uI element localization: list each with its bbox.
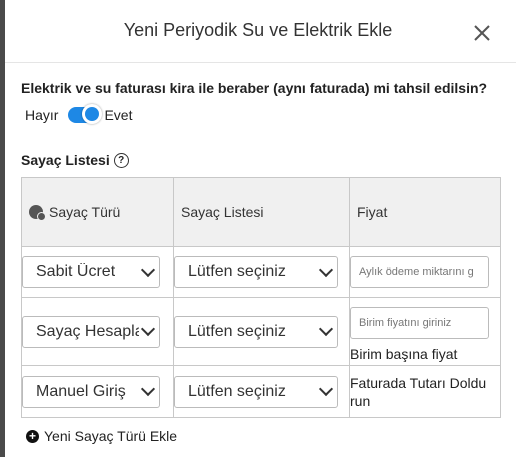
- type-select[interactable]: Sabit Ücret: [22, 256, 160, 288]
- header-divider: [5, 62, 516, 63]
- toggle-on-label: Evet: [104, 107, 133, 123]
- header-type: Sayaç Türü: [21, 177, 174, 247]
- header-type-label: Sayaç Türü: [49, 204, 121, 220]
- add-meter-type-label: Yeni Sayaç Türü Ekle: [44, 428, 178, 444]
- meter-select-value: Lütfen seçiniz: [188, 263, 286, 280]
- chevron-down-icon: [140, 262, 156, 277]
- backdrop-edge: [0, 0, 5, 457]
- meter-select-value: Lütfen seçiniz: [188, 382, 286, 400]
- price-input[interactable]: Aylık ödeme miktarını g: [350, 256, 489, 288]
- type-select-value: Sabit Ücret: [36, 263, 116, 280]
- billing-question: Elektrik ve su faturası kira ile beraber…: [21, 80, 488, 96]
- close-icon[interactable]: [469, 20, 495, 46]
- modal-title: Yeni Periyodik Su ve Elektrik Ekle: [123, 20, 393, 40]
- table-header-row: Sayaç Türü Sayaç Listesi Fiyat: [21, 177, 501, 247]
- type-select[interactable]: Sayaç Hesapla: [22, 315, 160, 348]
- billing-toggle-row: Hayır Evet: [25, 104, 133, 124]
- billing-toggle[interactable]: [68, 104, 103, 124]
- chevron-down-icon: [318, 321, 334, 337]
- add-meter-type-button[interactable]: + Yeni Sayaç Türü Ekle: [26, 428, 177, 444]
- meter-select[interactable]: Lütfen seçiniz: [174, 256, 338, 288]
- plus-circle-icon: +: [26, 429, 39, 443]
- toggle-knob: [82, 104, 103, 124]
- price-note: Faturada Tutarı Doldurun: [350, 374, 487, 409]
- chevron-down-icon: [140, 381, 156, 397]
- type-select[interactable]: Manuel Giriş: [22, 375, 160, 408]
- meter-select[interactable]: Lütfen seçiniz: [174, 375, 338, 408]
- meter-table: Sayaç Türü Sayaç Listesi Fiyat Sabit Ücr…: [21, 177, 501, 418]
- type-select-value: Manuel Giriş: [36, 382, 126, 400]
- meter-select[interactable]: Lütfen seçiniz: [174, 315, 338, 348]
- price-note: Birim başına fiyat: [350, 345, 458, 362]
- chevron-down-icon: [318, 262, 334, 277]
- header-meter: Sayaç Listesi: [173, 177, 350, 247]
- section-label: Sayaç Listesi ?: [21, 152, 129, 168]
- table-row: Sayaç Hesapla Lütfen seçiniz Birim fiyat…: [21, 297, 501, 366]
- meter-select-value: Lütfen seçiniz: [188, 322, 286, 340]
- header-price-label: Fiyat: [357, 204, 388, 220]
- chevron-down-icon: [140, 321, 156, 337]
- modal-dialog: Yeni Periyodik Su ve Elektrik Ekle Elekt…: [0, 0, 516, 457]
- table-row: Manuel Giriş Lütfen seçiniz Faturada Tut…: [21, 365, 501, 418]
- header-price: Fiyat: [349, 177, 501, 247]
- header-meter-label: Sayaç Listesi: [181, 204, 264, 220]
- table-row: Sabit Ücret Lütfen seçiniz Aylık ödeme m…: [21, 246, 501, 298]
- settings-cluster-icon: [29, 205, 46, 221]
- help-icon[interactable]: ?: [113, 152, 129, 168]
- type-select-value: Sayaç Hesapla: [36, 322, 139, 340]
- section-label-text: Sayaç Listesi: [21, 152, 110, 168]
- chevron-down-icon: [318, 381, 334, 397]
- toggle-off-label: Hayır: [25, 107, 59, 123]
- price-input[interactable]: Birim fiyatını giriniz: [350, 306, 489, 339]
